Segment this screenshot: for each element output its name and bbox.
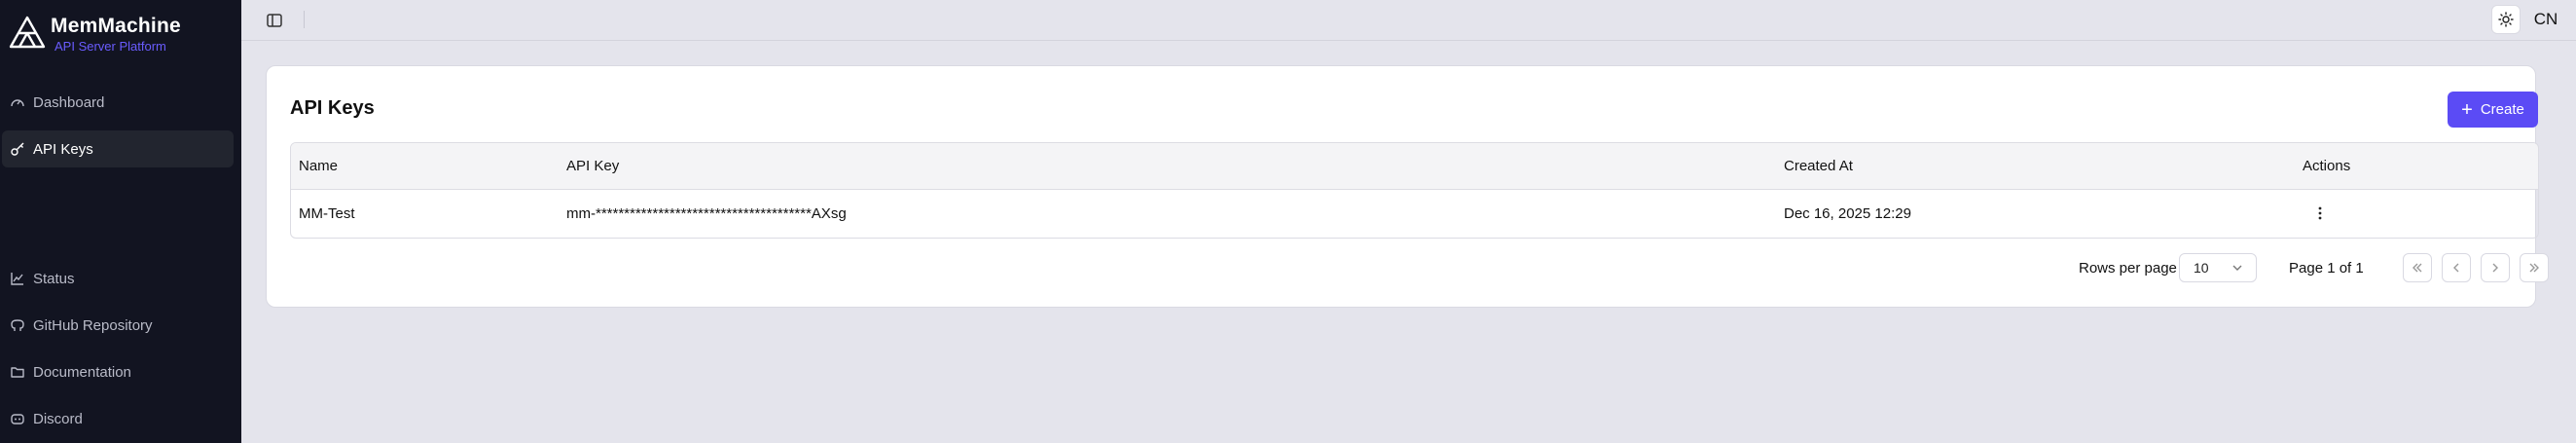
column-header-api-key[interactable]: API Key <box>566 158 619 174</box>
rows-per-page-label: Rows per page <box>2079 260 2177 277</box>
api-keys-table: Name API Key Created At Actions MM-Test … <box>290 142 2539 239</box>
top-bar: CN <box>241 0 2576 41</box>
page-indicator: Page 1 of 1 <box>2289 260 2364 277</box>
chart-line-icon <box>10 271 25 286</box>
sidebar-item-label: GitHub Repository <box>33 316 153 334</box>
gauge-icon <box>10 94 25 110</box>
column-header-name[interactable]: Name <box>299 158 338 174</box>
sidebar-item-github-repository[interactable]: GitHub Repository <box>2 307 234 344</box>
rows-per-page-select[interactable]: 10 <box>2179 253 2257 282</box>
sidebar-item-label: Documentation <box>33 363 131 381</box>
page-title: API Keys <box>290 97 375 119</box>
last-page-button[interactable] <box>2520 253 2549 282</box>
create-button[interactable]: + Create <box>2448 92 2538 128</box>
row-name: MM-Test <box>299 205 355 222</box>
row-created-at: Dec 16, 2025 12:29 <box>1784 205 1911 222</box>
sidebar-item-label: Dashboard <box>33 93 105 111</box>
row-api-key: mm-*************************************… <box>566 205 847 222</box>
sidebar-item-label: Status <box>33 270 75 287</box>
sidebar-item-status[interactable]: Status <box>2 260 234 297</box>
key-icon <box>10 141 25 157</box>
chevron-down-icon <box>2232 265 2242 271</box>
rows-per-page-value: 10 <box>2194 260 2209 276</box>
brand-subtitle: API Server Platform <box>54 39 166 54</box>
column-header-actions: Actions <box>2303 158 2351 174</box>
folder-icon <box>10 364 25 380</box>
sidebar-item-dashboard[interactable]: Dashboard <box>2 84 234 121</box>
previous-page-button[interactable] <box>2442 253 2471 282</box>
brand-title: MemMachine <box>51 15 181 37</box>
next-page-button[interactable] <box>2481 253 2510 282</box>
chevron-right-icon <box>2492 263 2498 273</box>
sun-icon <box>2498 12 2514 27</box>
discord-icon <box>10 411 25 426</box>
chevrons-right-icon <box>2529 263 2539 273</box>
sidebar-item-documentation[interactable]: Documentation <box>2 353 234 390</box>
theme-toggle-button[interactable] <box>2491 5 2521 34</box>
memmachine-logo-icon <box>9 16 46 49</box>
table-header: Name API Key Created At Actions <box>291 143 2538 190</box>
column-header-created-at[interactable]: Created At <box>1784 158 1853 174</box>
more-actions-icon[interactable] <box>2310 203 2330 224</box>
table-row[interactable]: MM-Test mm-*****************************… <box>291 190 2538 238</box>
sidebar-item-label: Discord <box>33 410 83 427</box>
github-icon <box>10 317 25 333</box>
api-keys-card: API Keys + Create Name API Key Created A… <box>266 65 2549 308</box>
create-button-label: Create <box>2480 101 2524 118</box>
language-toggle-button[interactable]: CN <box>2530 5 2561 34</box>
toolbar-divider <box>304 11 305 28</box>
plus-icon: + <box>2461 98 2473 121</box>
chevron-left-icon <box>2453 263 2459 273</box>
sidebar: MemMachine API Server Platform Dashboard… <box>0 0 241 443</box>
first-page-button[interactable] <box>2403 253 2432 282</box>
brand[interactable]: MemMachine API Server Platform <box>8 14 181 54</box>
sidebar-item-label: API Keys <box>33 140 93 158</box>
sidebar-item-api-keys[interactable]: API Keys <box>2 130 234 167</box>
chevrons-left-icon <box>2413 263 2422 273</box>
page-scrollbar[interactable] <box>2563 41 2571 435</box>
sidebar-toggle-icon[interactable] <box>265 11 284 30</box>
sidebar-item-discord[interactable]: Discord <box>2 400 234 437</box>
